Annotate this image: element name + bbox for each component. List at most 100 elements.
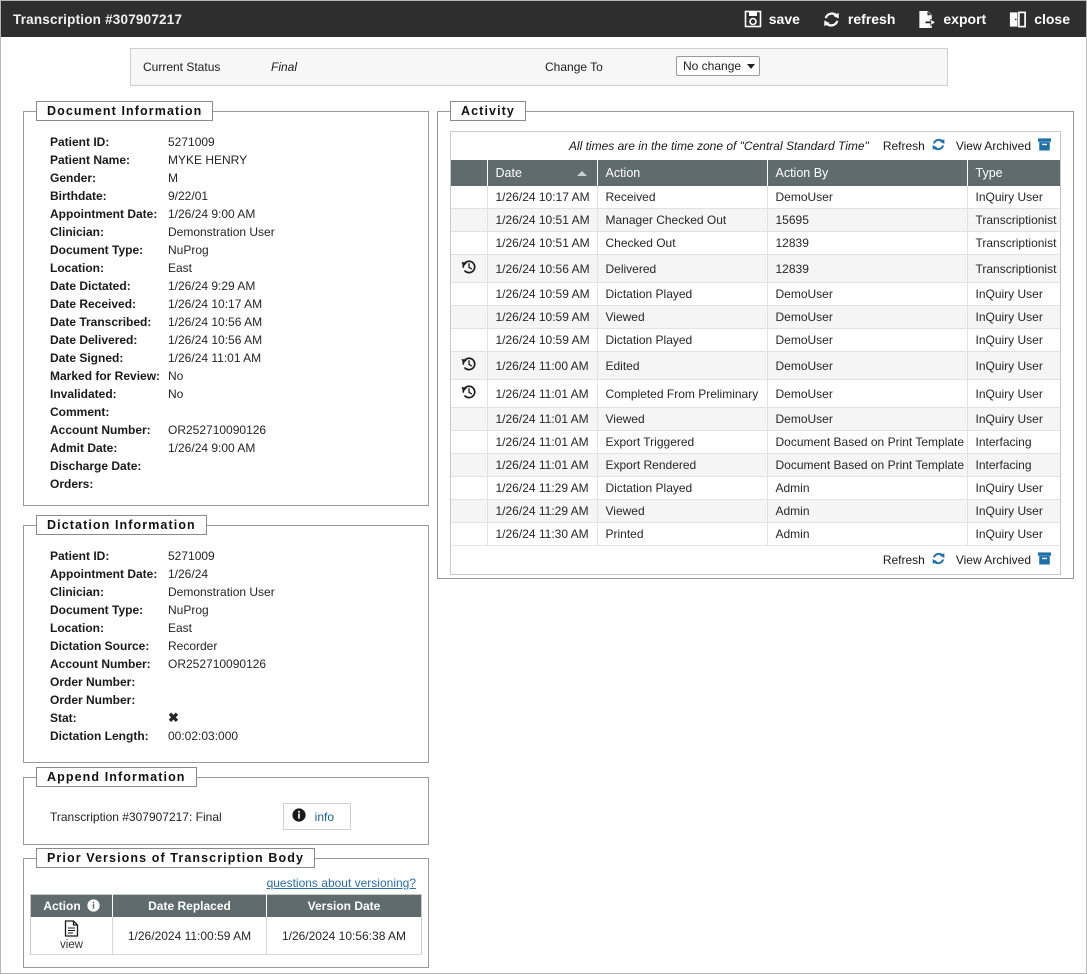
refresh-button[interactable]: refresh bbox=[822, 10, 895, 29]
document-info-value: 1/26/24 10:17 AM bbox=[168, 297, 263, 311]
activity-view-archived-bottom[interactable]: View Archived bbox=[956, 551, 1052, 569]
activity-action-cell: Dictation Played bbox=[597, 282, 768, 306]
dictation-info-key: Dictation Length: bbox=[50, 729, 149, 743]
table-row[interactable]: 1/26/24 11:01 AM Completed From Prelimina… bbox=[451, 379, 1060, 408]
dictation-info-row: Order Number: bbox=[24, 673, 428, 691]
activity-box: All times are in the time zone of "Centr… bbox=[450, 131, 1061, 575]
activity-refresh-top[interactable]: Refresh bbox=[883, 137, 946, 155]
change-to-value: No change bbox=[683, 59, 742, 73]
history-icon[interactable] bbox=[461, 259, 477, 278]
activity-column-header-action[interactable]: Action bbox=[597, 160, 768, 186]
document-info-key: Date Delivered: bbox=[50, 333, 138, 347]
append-information-panel: Append Information Transcription #307907… bbox=[23, 767, 429, 845]
table-row[interactable]: 1/26/24 11:01 AM Export Rendered Document … bbox=[451, 453, 1060, 477]
activity-action-by-cell: DemoUser bbox=[767, 186, 968, 209]
document-info-key: Patient Name: bbox=[50, 153, 131, 167]
page-title: Transcription #307907217 bbox=[13, 11, 183, 27]
activity-action-by-cell: Admin bbox=[767, 499, 968, 523]
activity-refresh-bottom[interactable]: Refresh bbox=[883, 551, 946, 569]
activity-date-cell: 1/26/24 10:51 AM bbox=[487, 208, 598, 232]
save-button[interactable]: save bbox=[744, 10, 800, 28]
table-row[interactable]: 1/26/24 10:59 AM Viewed DemoUser InQuiry Us… bbox=[451, 305, 1060, 329]
append-information-body: Transcription #307907217: Final info bbox=[24, 787, 428, 830]
document-information-panel: Document Information Patient ID: 5271009 P… bbox=[23, 101, 429, 506]
document-info-row: Location: East bbox=[24, 259, 428, 277]
table-row[interactable]: 1/26/24 10:59 AM Dictation Played DemoUser… bbox=[451, 282, 1060, 306]
dictation-info-row: Stat: ✖ bbox=[24, 709, 428, 727]
history-icon[interactable] bbox=[461, 384, 477, 403]
activity-history-cell[interactable] bbox=[451, 254, 488, 283]
history-icon[interactable] bbox=[461, 356, 477, 375]
activity-action-by-cell: DemoUser bbox=[767, 282, 968, 306]
activity-column-header-type[interactable]: Type bbox=[967, 160, 1060, 186]
versioning-help-link[interactable]: questions about versioning? bbox=[24, 868, 428, 894]
document-info-row: Admit Date: 1/26/24 9:00 AM bbox=[24, 439, 428, 457]
table-row[interactable]: 1/26/24 11:01 AM Viewed DemoUser InQuiry Us… bbox=[451, 407, 1060, 431]
dictation-info-key: Order Number: bbox=[50, 675, 136, 689]
table-row[interactable]: 1/26/24 10:17 AM Received DemoUser InQuiry … bbox=[451, 186, 1060, 209]
table-row[interactable]: 1/26/24 10:51 AM Checked Out 12839 Transcri… bbox=[451, 231, 1060, 255]
column-header-action[interactable]: Action bbox=[30, 894, 113, 917]
dictation-info-key: Appointment Date: bbox=[50, 567, 158, 581]
table-row[interactable]: 1/26/24 11:00 AM Edited DemoUser InQuiry Us… bbox=[451, 351, 1060, 380]
document-info-value: M bbox=[168, 171, 178, 185]
activity-history-cell bbox=[451, 282, 488, 306]
document-info-row: Gender: M bbox=[24, 169, 428, 187]
document-info-row: Orders: bbox=[24, 475, 428, 493]
table-row[interactable]: 1/26/24 10:51 AM Manager Checked Out 15695… bbox=[451, 208, 1060, 232]
dictation-info-value: 1/26/24 bbox=[168, 567, 209, 581]
document-info-row: Patient Name: MYKE HENRY bbox=[24, 151, 428, 169]
prior-version-view-label: view bbox=[59, 939, 83, 951]
column-header-version-date[interactable]: Version Date bbox=[266, 894, 422, 917]
export-button[interactable]: export bbox=[917, 10, 986, 29]
prior-version-view-cell[interactable]: view bbox=[30, 917, 113, 955]
change-to-select[interactable]: No change bbox=[676, 56, 761, 76]
table-row[interactable]: 1/26/24 10:56 AM Delivered 12839 Transcript… bbox=[451, 254, 1060, 283]
document-info-value: 1/26/24 9:00 AM bbox=[168, 441, 256, 455]
append-info-button[interactable]: info bbox=[282, 803, 352, 830]
activity-action-cell: Completed From Preliminary bbox=[597, 379, 768, 408]
activity-view-archived-top[interactable]: View Archived bbox=[956, 137, 1052, 155]
dictation-info-row: Document Type: NuProg bbox=[24, 601, 428, 619]
document-info-key: Date Dictated: bbox=[50, 279, 131, 293]
document-info-row: Date Transcribed: 1/26/24 10:56 AM bbox=[24, 313, 428, 331]
info-icon[interactable] bbox=[87, 899, 100, 913]
export-label: export bbox=[943, 11, 987, 27]
activity-date-cell: 1/26/24 10:17 AM bbox=[487, 186, 598, 209]
table-row[interactable]: 1/26/24 11:29 AM Dictation Played Admin InQ… bbox=[451, 476, 1060, 500]
activity-date-cell: 1/26/24 10:59 AM bbox=[487, 328, 598, 352]
activity-view-archived-top-label: View Archived bbox=[955, 139, 1031, 153]
document-info-row: Date Delivered: 1/26/24 10:56 AM bbox=[24, 331, 428, 349]
document-info-value: 9/22/01 bbox=[168, 189, 209, 203]
activity-type-cell: InQuiry User bbox=[967, 476, 1060, 500]
table-row[interactable]: 1/26/24 11:01 AM Export Triggered Document… bbox=[451, 430, 1060, 454]
window-titlebar: Transcription #307907217 save refresh ex… bbox=[1, 1, 1086, 37]
close-label: close bbox=[1034, 11, 1070, 27]
activity-toolbar-top: All times are in the time zone of "Centr… bbox=[451, 132, 1060, 160]
document-info-key: Gender: bbox=[50, 171, 97, 185]
activity-column-header-action-by[interactable]: Action By bbox=[767, 160, 968, 186]
document-info-key: Discharge Date: bbox=[50, 459, 142, 473]
activity-history-cell[interactable] bbox=[451, 379, 488, 408]
activity-history-cell[interactable] bbox=[451, 351, 488, 380]
document-info-value: No bbox=[168, 387, 184, 401]
table-row[interactable]: 1/26/24 10:59 AM Dictation Played DemoUser… bbox=[451, 328, 1060, 352]
document-info-value: 1/26/24 11:01 AM bbox=[168, 351, 262, 365]
activity-type-cell: InQuiry User bbox=[967, 305, 1060, 329]
activity-column-header-date[interactable]: Date bbox=[487, 160, 598, 186]
activity-action-by-cell: DemoUser bbox=[767, 407, 968, 431]
column-header-date-replaced[interactable]: Date Replaced bbox=[112, 894, 267, 917]
refresh-icon bbox=[822, 10, 841, 29]
document-info-key: Invalidated: bbox=[50, 387, 117, 401]
status-strip: Current Status Final Change To No change bbox=[130, 48, 948, 86]
table-row[interactable]: 1/26/24 11:30 AM Printed Admin InQuiry User bbox=[451, 522, 1060, 546]
export-icon bbox=[917, 10, 937, 29]
activity-action-cell: Dictation Played bbox=[597, 476, 768, 500]
dictation-info-value: 5271009 bbox=[168, 549, 215, 563]
close-button[interactable]: close bbox=[1008, 10, 1070, 29]
activity-history-cell bbox=[451, 186, 488, 209]
dictation-info-key: Dictation Source: bbox=[50, 639, 150, 653]
activity-type-cell: InQuiry User bbox=[967, 282, 1060, 306]
table-row[interactable]: 1/26/24 11:29 AM Viewed Admin InQuiry User bbox=[451, 499, 1060, 523]
dictation-info-key: Location: bbox=[50, 621, 104, 635]
